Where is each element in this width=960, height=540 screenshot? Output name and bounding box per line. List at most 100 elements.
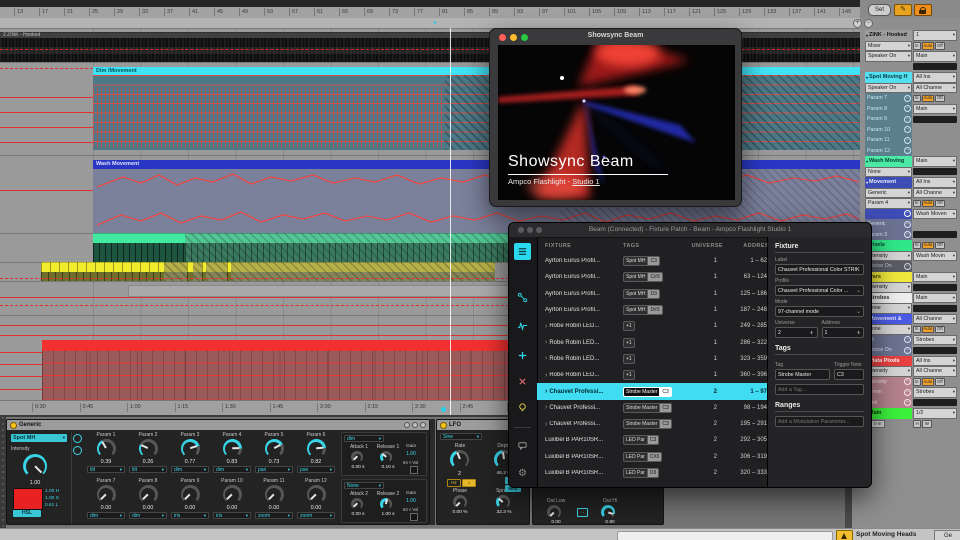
monitor-auto-button[interactable]: Auto: [922, 326, 935, 334]
remove-lane-icon[interactable]: −: [904, 210, 911, 217]
track-header[interactable]: ▾Main: [865, 408, 912, 419]
monitor-auto-button[interactable]: Auto: [922, 242, 935, 250]
beam-window-titlebar[interactable]: Showsync Beam: [490, 29, 741, 45]
routing-chooser[interactable]: All Channe: [913, 314, 957, 325]
tag-pill[interactable]: +1: [623, 370, 635, 380]
bar-number[interactable]: 57: [289, 8, 298, 16]
tag-pill[interactable]: LED Par: [623, 452, 647, 462]
routing-chooser[interactable]: 1/2: [913, 408, 957, 419]
param-knob[interactable]: [139, 439, 158, 458]
automation-lane-header[interactable]: Param 8−: [865, 104, 912, 115]
track-header[interactable]: ▾Pixels: [865, 240, 912, 251]
fixture-row[interactable]: Ayrton Eurus Profil...Spot MHC311 – 62: [537, 253, 769, 269]
attack2-knob[interactable]: [351, 498, 363, 510]
monitor-in-button[interactable]: In: [913, 326, 921, 334]
param-knob[interactable]: [223, 439, 242, 458]
set-button[interactable]: Set: [868, 4, 891, 16]
bar-number[interactable]: 13: [14, 8, 23, 16]
tag-pill[interactable]: Spot MH: [623, 305, 647, 315]
monitor-in-button[interactable]: In: [913, 200, 921, 208]
phase-knob[interactable]: [453, 495, 467, 509]
add-range-input[interactable]: Add a Modulation Parameter...: [775, 416, 864, 427]
tag-pill[interactable]: +1: [623, 354, 635, 364]
time-label[interactable]: 1:00: [127, 403, 141, 412]
device-title-bar[interactable]: Generic: [7, 420, 429, 430]
fixture-row[interactable]: ›Robe Robin LED...+11360 – 396: [537, 367, 769, 383]
fixture-row[interactable]: ›Chauvet Professi...Strobe MasterC3298 –…: [537, 400, 769, 416]
fixture-row[interactable]: Luxibel B PAR10SR...LED ParD32320 – 333: [537, 465, 769, 481]
bar-number[interactable]: 97: [539, 8, 548, 16]
param-dest-chooser[interactable]: dim: [87, 512, 125, 519]
monitor-in-button[interactable]: In: [913, 95, 921, 103]
env1-dest-chooser[interactable]: dim: [344, 435, 384, 442]
monitor-off-button[interactable]: Off: [935, 200, 945, 208]
routing-chooser[interactable]: Strobes: [913, 387, 957, 398]
automation-lane-header[interactable]: Device On−: [865, 261, 912, 272]
clip-green[interactable]: [93, 233, 185, 262]
monitor-auto-button[interactable]: Auto: [922, 42, 935, 50]
control-chooser[interactable]: Param 4: [865, 198, 912, 209]
device-on-icon[interactable]: [440, 422, 447, 429]
universe-stepper[interactable]: 2: [775, 327, 818, 338]
monitor-auto-button[interactable]: Auto: [922, 378, 935, 386]
bar-number[interactable]: 121: [689, 8, 701, 16]
bar-number[interactable]: 53: [264, 8, 273, 16]
bar-number[interactable]: 49: [239, 8, 248, 16]
bar-number[interactable]: 73: [389, 8, 398, 16]
mode-select[interactable]: 97-channel mode: [775, 306, 864, 317]
fixture-row[interactable]: ›Robe Robin LED...+11286 – 322: [537, 334, 769, 350]
expand-arrow-icon[interactable]: ›: [545, 339, 547, 346]
automation-lane-header[interactable]: Param 9−: [865, 114, 912, 125]
control-chooser[interactable]: None: [865, 324, 912, 335]
env2-dest-chooser[interactable]: None: [344, 482, 384, 489]
remove-lane-icon[interactable]: −: [904, 263, 911, 270]
playhead[interactable]: [450, 28, 451, 415]
param-knob[interactable]: [97, 439, 116, 458]
track-header[interactable]: ▾Movement &: [865, 314, 912, 325]
h-button[interactable]: H: [913, 420, 921, 428]
param-dest-chooser[interactable]: tilt: [129, 466, 167, 473]
fixtures-list-icon[interactable]: [514, 243, 531, 260]
signal-monitor-icon[interactable]: [514, 317, 531, 334]
warning-icon[interactable]: [836, 530, 853, 540]
automation-lane-header[interactable]: Intensity−: [865, 377, 912, 388]
param-knob[interactable]: [139, 485, 158, 504]
label-input[interactable]: Chauvet Professional Color STRIK: [775, 264, 864, 275]
connections-icon[interactable]: [514, 289, 531, 306]
bar-number[interactable]: 117: [664, 8, 676, 16]
remove-lane-icon[interactable]: −: [904, 378, 911, 385]
w-button[interactable]: W: [922, 420, 931, 428]
automation-lane-header[interactable]: Param 11−: [865, 135, 912, 146]
automation-line[interactable]: [0, 127, 93, 128]
intensity-knob[interactable]: [23, 454, 47, 478]
release2-knob[interactable]: [380, 498, 392, 510]
patch-window-titlebar[interactable]: Beam (Connected) - Fixture Patch - Beam …: [509, 223, 871, 238]
param-dest-chooser[interactable]: zoom: [255, 512, 293, 519]
routing-chooser[interactable]: Wash Movin: [913, 251, 957, 262]
remove-lane-icon[interactable]: −: [904, 137, 911, 144]
sync-button[interactable]: ♪: [462, 479, 476, 487]
remove-lane-icon[interactable]: −: [904, 147, 911, 154]
settings-gear-icon[interactable]: ⚙: [514, 465, 531, 482]
add-tag-input[interactable]: Add a Tag...: [775, 384, 864, 395]
bar-number[interactable]: 125: [714, 8, 726, 16]
fixture-row[interactable]: Ayrton Eurus Profil...Spot MHD#31187 – 2…: [537, 302, 769, 318]
automation-lane-header[interactable]: −: [865, 209, 912, 220]
bar-number[interactable]: 69: [364, 8, 373, 16]
bar-number[interactable]: 141: [814, 8, 826, 16]
clip-title[interactable]: Wash Movement: [93, 160, 860, 169]
status-field[interactable]: [617, 531, 833, 540]
routing-chooser[interactable]: Main: [913, 51, 957, 62]
routing-chooser[interactable]: All Ins: [913, 177, 957, 188]
control-chooser[interactable]: Mixer: [865, 41, 912, 52]
clip-title[interactable]: Dim /Movement: [93, 67, 860, 75]
bar-number[interactable]: 45: [214, 8, 223, 16]
bar-number[interactable]: 129: [739, 8, 751, 16]
routing-chooser[interactable]: All Ins: [913, 72, 957, 83]
automation-line[interactable]: [0, 352, 42, 353]
release1-knob[interactable]: [380, 451, 392, 463]
automation-lane-header[interactable]: Param 10−: [865, 125, 912, 136]
routing-chooser[interactable]: Wash Moven: [913, 209, 957, 220]
param-knob[interactable]: [307, 439, 326, 458]
tag-pill[interactable]: Spot MH: [623, 289, 647, 299]
